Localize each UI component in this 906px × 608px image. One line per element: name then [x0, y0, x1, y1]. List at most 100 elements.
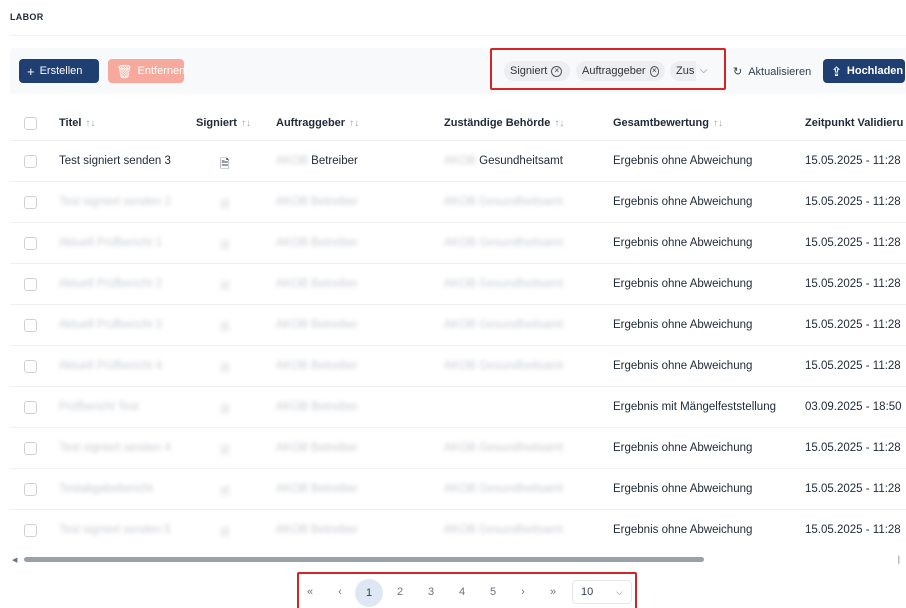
- remove-button-label: Entfernen: [137, 65, 186, 77]
- column-header-auftraggeber[interactable]: Auftraggeber ↑↓: [276, 117, 359, 129]
- scroll-left-icon[interactable]: ◀: [12, 556, 17, 564]
- cell-gesamtbewertung: Ergebnis mit Mängelfeststellung: [613, 401, 776, 413]
- row-checkbox[interactable]: [24, 319, 37, 332]
- cell-auftraggeber: AKOB Betreiber: [276, 237, 358, 249]
- page-button[interactable]: 5: [485, 586, 501, 598]
- create-button[interactable]: + Erstellen: [19, 59, 99, 83]
- table-row[interactable]: Aktuell Prüfbericht 3 🗎 AKOB Betreiber A…: [10, 305, 906, 346]
- page-size-value: 10: [581, 586, 594, 598]
- excel-file-icon[interactable]: 🗎: [220, 442, 230, 463]
- excel-file-icon[interactable]: 🗎: [220, 524, 230, 545]
- remove-button[interactable]: 🗑 Entfernen: [108, 59, 186, 83]
- table-row[interactable]: Testabgabebericht 🗎 AKOB Betreiber AKOB …: [10, 469, 906, 510]
- page-size-select[interactable]: 10 ⌵: [572, 580, 632, 604]
- row-checkbox[interactable]: [24, 442, 37, 455]
- table-row[interactable]: Test signiert senden 2 🗎 AKOB Betreiber …: [10, 182, 906, 223]
- cell-zeitpunkt: 15.05.2025 - 11:28: [805, 196, 901, 208]
- row-checkbox[interactable]: [24, 155, 37, 168]
- cell-auftraggeber: AKOB Betreiber: [276, 278, 358, 290]
- row-checkbox[interactable]: [24, 524, 37, 537]
- page-button[interactable]: 2: [392, 586, 408, 598]
- column-header-signiert[interactable]: Signiert ↑↓: [196, 117, 251, 129]
- scroll-right-icon[interactable]: ▏: [899, 556, 904, 564]
- table-row[interactable]: Test signiert senden 4 🗎 AKOB Betreiber …: [10, 428, 906, 469]
- cell-titel: Test signiert senden 3: [59, 155, 171, 167]
- cell-behoerde: AKOB Gesundheitsamt: [444, 442, 563, 454]
- column-header-gesamtbewertung[interactable]: Gesamtbewertung ↑↓: [613, 117, 723, 129]
- cell-titel: Testabgabebericht: [59, 483, 153, 495]
- cell-auftraggeber: AKOB Betreiber: [276, 483, 358, 495]
- cell-auftraggeber: AKOB Betreiber: [276, 360, 358, 372]
- cell-auftraggeber: AKOB Betreiber: [276, 319, 358, 331]
- page-button[interactable]: 3: [423, 586, 439, 598]
- last-page-button[interactable]: »: [545, 586, 561, 598]
- next-page-button[interactable]: ›: [515, 586, 531, 598]
- prev-page-button[interactable]: ‹: [332, 586, 348, 598]
- cell-behoerde: AKOB Gesundheitsamt: [444, 196, 563, 208]
- excel-file-icon[interactable]: 🗎: [220, 278, 230, 299]
- excel-file-icon[interactable]: 🗎: [220, 360, 230, 381]
- excel-file-icon[interactable]: 🗎: [220, 319, 230, 340]
- sort-icon: ↑↓: [554, 118, 565, 129]
- cell-gesamtbewertung: Ergebnis ohne Abweichung: [613, 442, 753, 454]
- table-row[interactable]: Aktuell Prüfbericht 4 🗎 AKOB Betreiber A…: [10, 346, 906, 387]
- row-checkbox[interactable]: [24, 401, 37, 414]
- row-checkbox[interactable]: [24, 483, 37, 496]
- page-button-active[interactable]: 1: [355, 579, 383, 607]
- excel-file-icon[interactable]: 🗎: [220, 483, 230, 504]
- cell-auftraggeber: AKOB Betreiber: [276, 401, 358, 413]
- row-checkbox[interactable]: [24, 360, 37, 373]
- cell-gesamtbewertung: Ergebnis ohne Abweichung: [613, 524, 753, 536]
- excel-file-icon[interactable]: 🗎: [220, 196, 230, 217]
- cell-gesamtbewertung: Ergebnis ohne Abweichung: [613, 237, 753, 249]
- filter-chip-auftraggeber[interactable]: Auftraggeber ×: [576, 61, 665, 81]
- row-checkbox[interactable]: [24, 278, 37, 291]
- first-page-button[interactable]: «: [302, 586, 318, 598]
- filter-chip-label: Zus: [676, 65, 695, 77]
- sort-icon: ↑↓: [349, 118, 360, 129]
- filter-chip-label: Auftraggeber: [582, 65, 646, 77]
- cell-behoerde: AKOB Gesundheitsamt: [444, 155, 563, 167]
- horizontal-scrollbar[interactable]: ◀ ▏: [12, 556, 904, 564]
- filter-chip-signiert[interactable]: Signiert ×: [504, 61, 570, 81]
- table-row[interactable]: Test signiert senden 5 🗎 AKOB Betreiber …: [10, 510, 906, 551]
- select-all-checkbox[interactable]: [24, 117, 37, 130]
- scrollbar-thumb[interactable]: [24, 557, 704, 562]
- title-divider: [10, 35, 906, 36]
- table-row[interactable]: Test signiert senden 3 🗎 AKOB Betreiber …: [10, 141, 906, 182]
- row-checkbox[interactable]: [24, 196, 37, 209]
- column-header-titel[interactable]: Titel ↑↓: [59, 117, 95, 129]
- refresh-button[interactable]: ↻ Aktualisieren: [733, 65, 811, 79]
- cell-titel: Aktuell Prüfbericht 4: [59, 360, 162, 372]
- upload-icon: ⇪: [831, 63, 842, 79]
- page-button[interactable]: 4: [454, 586, 470, 598]
- excel-file-icon[interactable]: 🗎: [220, 401, 230, 422]
- row-checkbox[interactable]: [24, 237, 37, 250]
- cell-zeitpunkt: 15.05.2025 - 11:28: [805, 483, 901, 495]
- excel-file-icon[interactable]: 🗎: [220, 155, 230, 176]
- filter-chip-zustaendig[interactable]: Zus: [670, 61, 696, 81]
- table-row[interactable]: Aktuell Prüfbericht 1 🗎 AKOB Betreiber A…: [10, 223, 906, 264]
- chevron-down-icon[interactable]: ⌵: [700, 65, 708, 76]
- chevron-down-icon: ⌵: [616, 586, 623, 597]
- excel-file-icon[interactable]: 🗎: [220, 237, 230, 258]
- upload-button-label: Hochladen: [846, 65, 904, 77]
- upload-button[interactable]: ⇪ Hochladen: [823, 59, 905, 83]
- cell-titel: Prüfbericht Test: [59, 401, 139, 413]
- create-button-label: Erstellen: [39, 65, 83, 77]
- table-row[interactable]: Prüfbericht Test 🗎 AKOB Betreiber Ergebn…: [10, 387, 906, 428]
- cell-behoerde: AKOB Gesundheitsamt: [444, 360, 563, 372]
- cell-gesamtbewertung: Ergebnis ohne Abweichung: [613, 278, 753, 290]
- column-header-behoerde[interactable]: Zuständige Behörde ↑↓: [444, 117, 564, 129]
- close-circle-icon[interactable]: ×: [551, 65, 563, 77]
- cell-titel: Aktuell Prüfbericht 3: [59, 319, 162, 331]
- column-header-zeitpunkt[interactable]: Zeitpunkt Validieru: [805, 117, 903, 129]
- cell-titel: Aktuell Prüfbericht 2: [59, 278, 162, 290]
- cell-zeitpunkt: 03.09.2025 - 18:50: [805, 401, 902, 413]
- table-row[interactable]: Aktuell Prüfbericht 2 🗎 AKOB Betreiber A…: [10, 264, 906, 305]
- plus-icon: +: [27, 63, 35, 79]
- cell-behoerde: AKOB Gesundheitsamt: [444, 524, 563, 536]
- table-header: Titel ↑↓ Signiert ↑↓ Auftraggeber ↑↓ Zustän…: [10, 101, 906, 141]
- close-circle-icon[interactable]: ×: [649, 65, 659, 77]
- cell-gesamtbewertung: Ergebnis ohne Abweichung: [613, 155, 753, 167]
